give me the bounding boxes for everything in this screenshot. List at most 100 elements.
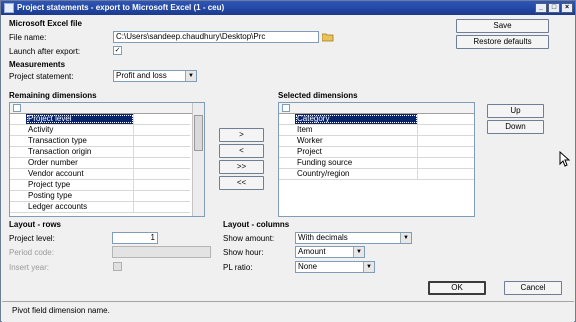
pl-ratio-label: PL ratio: [223, 263, 253, 272]
selected-dimensions-grid[interactable]: Category Item Worker Project Funding source C… [278, 102, 475, 217]
insert-year-checkbox [113, 262, 122, 271]
remaining-row-marker [10, 158, 24, 168]
selected-row-marker [279, 136, 293, 146]
layout-columns-heading: Layout - columns [223, 220, 290, 229]
remaining-row-marker [10, 125, 24, 135]
move-up-button[interactable]: Up [487, 104, 544, 118]
selected-dimensions-heading: Selected dimensions [278, 91, 358, 100]
remaining-row[interactable]: Ledger accounts [10, 202, 190, 213]
selected-row-marker [279, 114, 293, 124]
remaining-scrollbar[interactable] [192, 103, 204, 216]
remaining-row-label: Transaction origin [26, 147, 134, 157]
remaining-scroll-thumb[interactable] [194, 115, 203, 151]
close-button[interactable]: × [561, 3, 573, 13]
status-text: Pivot field dimension name. [12, 306, 110, 315]
pl-ratio-select[interactable]: None ▼ [295, 261, 375, 273]
remaining-dimensions-grid[interactable]: Project level Activity Transaction type Tra… [9, 102, 205, 217]
selected-row[interactable]: Worker [279, 136, 474, 147]
chevron-down-icon: ▼ [185, 71, 196, 81]
project-statement-value: Profit and loss [116, 71, 167, 80]
selected-row[interactable]: Country/region [279, 169, 474, 180]
remaining-row-marker [10, 114, 24, 124]
remaining-row-marker [10, 180, 24, 190]
remaining-row-marker [10, 202, 24, 212]
selected-row-label: Category [295, 114, 418, 124]
remaining-select-all-checkbox[interactable] [13, 104, 21, 112]
selected-grid-header [279, 103, 474, 114]
show-amount-value: With decimals [298, 233, 348, 242]
project-statement-label: Project statement: [9, 72, 74, 81]
remaining-row[interactable]: Posting type [10, 191, 190, 202]
remove-all-dimensions-button[interactable]: << [219, 176, 264, 190]
selected-row-marker [279, 125, 293, 135]
selected-row-label: Worker [295, 136, 418, 146]
remaining-row-label: Vendor account [26, 169, 134, 179]
remaining-row-marker [10, 147, 24, 157]
maximize-button[interactable]: □ [548, 3, 560, 13]
file-name-input[interactable]: C:\Users\sandeep.chaudhury\Desktop\Prc [113, 31, 319, 43]
remaining-row[interactable]: Transaction origin [10, 147, 190, 158]
remaining-row[interactable]: Order number [10, 158, 190, 169]
remaining-row-marker [10, 191, 24, 201]
selected-row-label: Country/region [295, 169, 418, 179]
add-dimension-button[interactable]: > [219, 128, 264, 142]
remaining-row[interactable]: Vendor account [10, 169, 190, 180]
selected-row[interactable]: Project [279, 147, 474, 158]
remaining-grid-header [10, 103, 204, 114]
selected-row-marker [279, 169, 293, 179]
export-dialog: Project statements - export to Microsoft… [0, 0, 576, 322]
remaining-row-label: Ledger accounts [26, 202, 134, 212]
remaining-row-marker [10, 136, 24, 146]
folder-browse-icon[interactable] [322, 33, 334, 42]
selected-select-all-checkbox[interactable] [282, 104, 290, 112]
project-statement-select[interactable]: Profit and loss ▼ [113, 70, 197, 82]
restore-defaults-button[interactable]: Restore defaults [456, 35, 549, 49]
chevron-down-icon: ▼ [363, 262, 374, 272]
remove-dimension-button[interactable]: < [219, 144, 264, 158]
ok-button[interactable]: OK [428, 281, 486, 295]
save-button[interactable]: Save [456, 19, 549, 33]
excel-file-heading: Microsoft Excel file [9, 19, 82, 28]
pl-ratio-value: None [298, 262, 318, 271]
minimize-button[interactable]: _ [535, 3, 547, 13]
app-icon [4, 3, 14, 13]
chevron-down-icon: ▼ [353, 247, 364, 257]
selected-row[interactable]: Category [279, 114, 474, 125]
selected-row-marker [279, 158, 293, 168]
layout-rows-heading: Layout - rows [9, 220, 62, 229]
cancel-button[interactable]: Cancel [504, 281, 562, 295]
show-hour-value: Amount [298, 247, 326, 256]
measurements-heading: Measurements [9, 60, 66, 69]
project-level-input[interactable]: 1 [112, 232, 158, 244]
remaining-row-marker [10, 169, 24, 179]
remaining-row-label: Project level [26, 114, 134, 124]
remaining-row-label: Project type [26, 180, 134, 190]
window-title: Project statements - export to Microsoft… [17, 3, 225, 12]
chevron-down-icon: ▼ [400, 233, 411, 243]
show-amount-select[interactable]: With decimals ▼ [295, 232, 412, 244]
selected-row-marker [279, 147, 293, 157]
selected-row-label: Project [295, 147, 418, 157]
selected-row[interactable]: Item [279, 125, 474, 136]
selected-row-label: Funding source [295, 158, 418, 168]
remaining-row[interactable]: Project level [10, 114, 190, 125]
launch-after-export-checkbox[interactable]: ✓ [113, 46, 122, 55]
selected-row[interactable]: Funding source [279, 158, 474, 169]
period-code-label: Period code: [9, 248, 54, 257]
project-level-label: Project level: [9, 234, 55, 243]
remaining-row-label: Posting type [26, 191, 134, 201]
show-hour-label: Show hour: [223, 248, 264, 257]
move-down-button[interactable]: Down [487, 120, 544, 134]
period-code-input [112, 246, 211, 258]
remaining-row[interactable]: Transaction type [10, 136, 190, 147]
remaining-row-label: Transaction type [26, 136, 134, 146]
remaining-row[interactable]: Project type [10, 180, 190, 191]
launch-after-export-label: Launch after export: [9, 47, 81, 56]
show-hour-select[interactable]: Amount ▼ [295, 246, 365, 258]
add-all-dimensions-button[interactable]: >> [219, 160, 264, 174]
remaining-row[interactable]: Activity [10, 125, 190, 136]
show-amount-label: Show amount: [223, 234, 275, 243]
selected-row-label: Item [295, 125, 418, 135]
status-bar: Pivot field dimension name. [2, 301, 574, 322]
remaining-dimensions-heading: Remaining dimensions [9, 91, 97, 100]
